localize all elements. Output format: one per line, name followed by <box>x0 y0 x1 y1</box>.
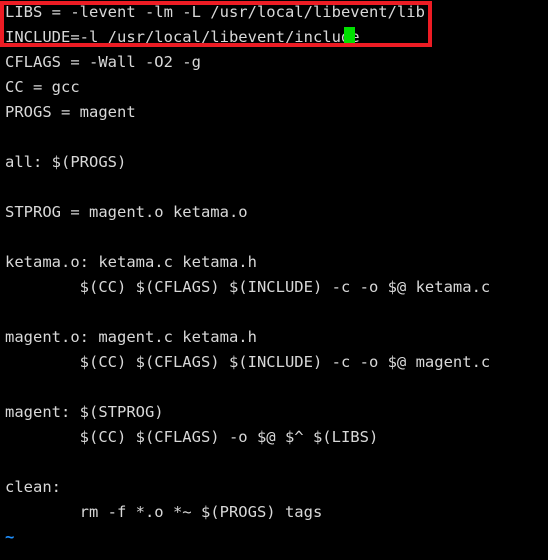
buffer-line[interactable] <box>0 225 548 250</box>
buffer-line-text: ~ <box>5 528 15 546</box>
buffer-line[interactable] <box>0 175 548 200</box>
buffer-line[interactable]: STPROG = magent.o ketama.o <box>0 200 548 225</box>
buffer-line[interactable]: CC = gcc <box>0 75 548 100</box>
buffer-line[interactable]: all: $(PROGS) <box>0 150 548 175</box>
buffer-line-text: magent.o: magent.c ketama.h <box>5 328 257 346</box>
buffer-line[interactable]: $(CC) $(CFLAGS) $(INCLUDE) -c -o $@ keta… <box>0 275 548 300</box>
buffer-line-text: CC = gcc <box>5 78 80 96</box>
buffer-line[interactable]: $(CC) $(CFLAGS) $(INCLUDE) -c -o $@ mage… <box>0 350 548 375</box>
buffer-line-text: ketama.o: ketama.c ketama.h <box>5 253 257 271</box>
buffer-line-text: all: $(PROGS) <box>5 153 127 171</box>
buffer-line[interactable]: INCLUDE=-l /usr/local/libevent/include <box>0 25 548 50</box>
buffer-line[interactable]: rm -f *.o *~ $(PROGS) tags <box>0 500 548 525</box>
empty-line-marker[interactable]: ~ <box>0 525 548 550</box>
buffer-line-text: INCLUDE=-l /usr/local/libevent/include <box>5 28 360 46</box>
buffer-line-text: PROGS = magent <box>5 103 136 121</box>
buffer-line[interactable]: magent: $(STPROG) <box>0 400 548 425</box>
buffer-line-text: magent: $(STPROG) <box>5 403 164 421</box>
buffer-line[interactable]: PROGS = magent <box>0 100 548 125</box>
buffer-line-text: LIBS = -levent -lm -L /usr/local/libeven… <box>5 3 425 21</box>
terminal-screen: LIBS = -levent -lm -L /usr/local/libeven… <box>0 0 548 560</box>
buffer-line-text: clean: <box>5 478 61 496</box>
buffer-line-text: $(CC) $(CFLAGS) $(INCLUDE) -c -o $@ keta… <box>5 278 491 296</box>
buffer-line[interactable]: clean: <box>0 475 548 500</box>
buffer-line-text: $(CC) $(CFLAGS) -o $@ $^ $(LIBS) <box>5 428 379 446</box>
buffer-line[interactable] <box>0 375 548 400</box>
buffer-line[interactable] <box>0 450 548 475</box>
buffer-line[interactable]: LIBS = -levent -lm -L /usr/local/libeven… <box>0 0 548 25</box>
buffer-line-text: $(CC) $(CFLAGS) $(INCLUDE) -c -o $@ mage… <box>5 353 491 371</box>
buffer-line-text: rm -f *.o *~ $(PROGS) tags <box>5 503 323 521</box>
buffer-line[interactable] <box>0 125 548 150</box>
buffer-line-text: STPROG = magent.o ketama.o <box>5 203 248 221</box>
buffer-line[interactable]: CFLAGS = -Wall -O2 -g <box>0 50 548 75</box>
buffer-line[interactable]: ketama.o: ketama.c ketama.h <box>0 250 548 275</box>
buffer-line[interactable] <box>0 300 548 325</box>
buffer-line[interactable]: $(CC) $(CFLAGS) -o $@ $^ $(LIBS) <box>0 425 548 450</box>
vim-text-buffer[interactable]: LIBS = -levent -lm -L /usr/local/libeven… <box>0 0 548 560</box>
buffer-line-text: CFLAGS = -Wall -O2 -g <box>5 53 201 71</box>
buffer-line-text: ~ <box>5 553 14 560</box>
buffer-line[interactable]: magent.o: magent.c ketama.h <box>0 325 548 350</box>
empty-line-marker[interactable]: ~ <box>0 550 548 560</box>
